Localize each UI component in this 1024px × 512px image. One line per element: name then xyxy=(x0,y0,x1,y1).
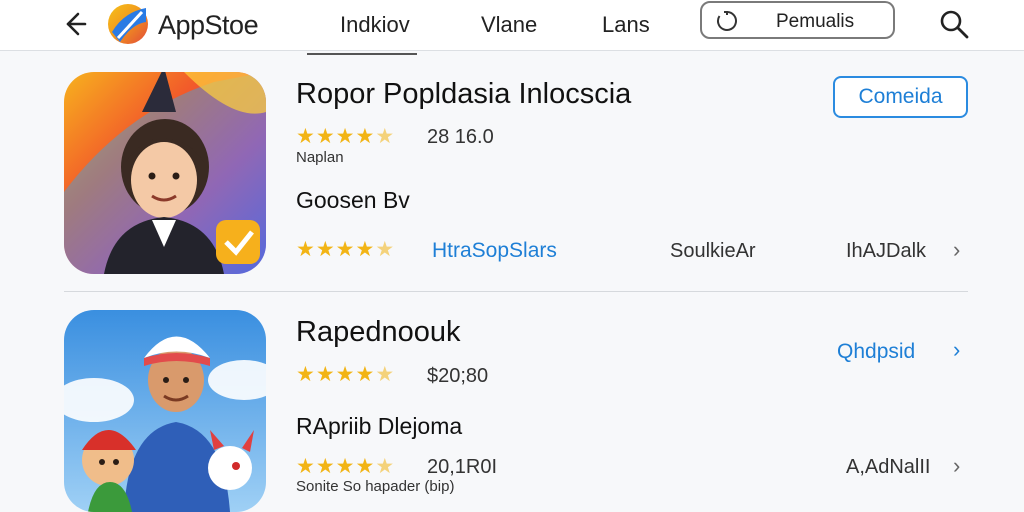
star-icon: ★ xyxy=(296,363,315,386)
rating-value-2b: 20,1R0I xyxy=(427,456,498,478)
app-icon-1[interactable] xyxy=(64,72,266,274)
star-icon: ★ xyxy=(335,238,355,261)
chevron-right-icon[interactable]: › xyxy=(953,453,960,479)
star-icon: ★ xyxy=(355,363,375,386)
divider xyxy=(64,291,968,292)
star-icon: ★ xyxy=(335,455,355,478)
star-icon: ★ xyxy=(315,363,335,386)
tab-lans[interactable]: Lans xyxy=(602,12,650,38)
meta-right-1[interactable]: IhAJDalk xyxy=(846,240,926,263)
avatar-illustration xyxy=(64,72,266,274)
app-logo-icon xyxy=(108,4,148,44)
star-icon: ★ xyxy=(355,455,375,478)
app-title-2[interactable]: Rapednoouk xyxy=(296,316,460,349)
pemualis-label: Pemualis xyxy=(776,11,855,32)
rating-stars-1: ★ ★ ★ ★ ★ xyxy=(296,126,394,147)
star-icon: ★ xyxy=(315,125,335,148)
developer-link-2[interactable]: Qhdpsid xyxy=(837,340,915,364)
brand-name: AppStoe xyxy=(158,10,259,40)
rating-value-2: $20;80 xyxy=(427,365,489,387)
back-arrow-icon xyxy=(66,12,87,36)
star-icon: ★ xyxy=(296,455,315,478)
app-subtitle-1: Goosen Bv xyxy=(296,187,410,213)
developer-link-1[interactable]: HtraSopSlars xyxy=(432,239,557,263)
star-icon: ★ xyxy=(335,125,355,148)
star-icon: ★ xyxy=(355,125,375,148)
star-half-icon: ★ xyxy=(375,238,395,261)
star-half-icon: ★ xyxy=(375,363,395,386)
app-card-1[interactable]: Ropor Popldasia Inlocscia ★ ★ ★ ★ ★ 28 1… xyxy=(64,72,968,277)
meta-mid-1: SoulkieAr xyxy=(670,240,756,262)
tab-indkiov[interactable]: Indkiov xyxy=(307,12,417,55)
get-button-1[interactable]: Comeida xyxy=(833,76,968,118)
star-half-icon: ★ xyxy=(375,455,395,478)
meta-right-2[interactable]: A,AdNalII xyxy=(846,456,930,479)
star-icon: ★ xyxy=(335,363,355,386)
pemualis-button[interactable]: Pemualis xyxy=(700,1,895,39)
chevron-right-icon[interactable]: › xyxy=(953,337,960,363)
tab-vlane[interactable]: Vlane xyxy=(481,12,537,38)
rating-value-1: 28 16.0 xyxy=(427,126,494,148)
character-illustration xyxy=(64,310,266,512)
star-half-icon: ★ xyxy=(375,125,395,148)
search-icon[interactable] xyxy=(936,6,972,42)
rating-sub-2: Sonite So hapader (bip) xyxy=(296,478,455,495)
app-icon-2[interactable] xyxy=(64,310,266,512)
star-icon: ★ xyxy=(355,238,375,261)
star-icon: ★ xyxy=(315,238,335,261)
rating-sub-1: Naplan xyxy=(296,149,344,166)
top-bar: AppStoe Indkiov Vlane Lans Pemualis xyxy=(0,0,1024,55)
row-stars-1: ★ ★ ★ ★ ★ xyxy=(296,239,394,260)
refresh-icon xyxy=(717,11,737,31)
back-button[interactable] xyxy=(58,8,90,40)
app-card-2[interactable]: Rapednoouk ★ ★ ★ ★ ★ $20;80 RApriib Dlej… xyxy=(64,310,968,512)
star-icon: ★ xyxy=(315,455,335,478)
row-stars-2: ★ ★ ★ ★ ★ xyxy=(296,456,394,477)
app-subtitle-2: RApriib Dlejoma xyxy=(296,413,463,439)
rating-stars-2: ★ ★ ★ ★ ★ xyxy=(296,364,394,385)
chevron-right-icon[interactable]: › xyxy=(953,237,960,263)
star-icon: ★ xyxy=(296,125,315,148)
star-icon: ★ xyxy=(296,238,315,261)
app-title-1[interactable]: Ropor Popldasia Inlocscia xyxy=(296,78,631,111)
